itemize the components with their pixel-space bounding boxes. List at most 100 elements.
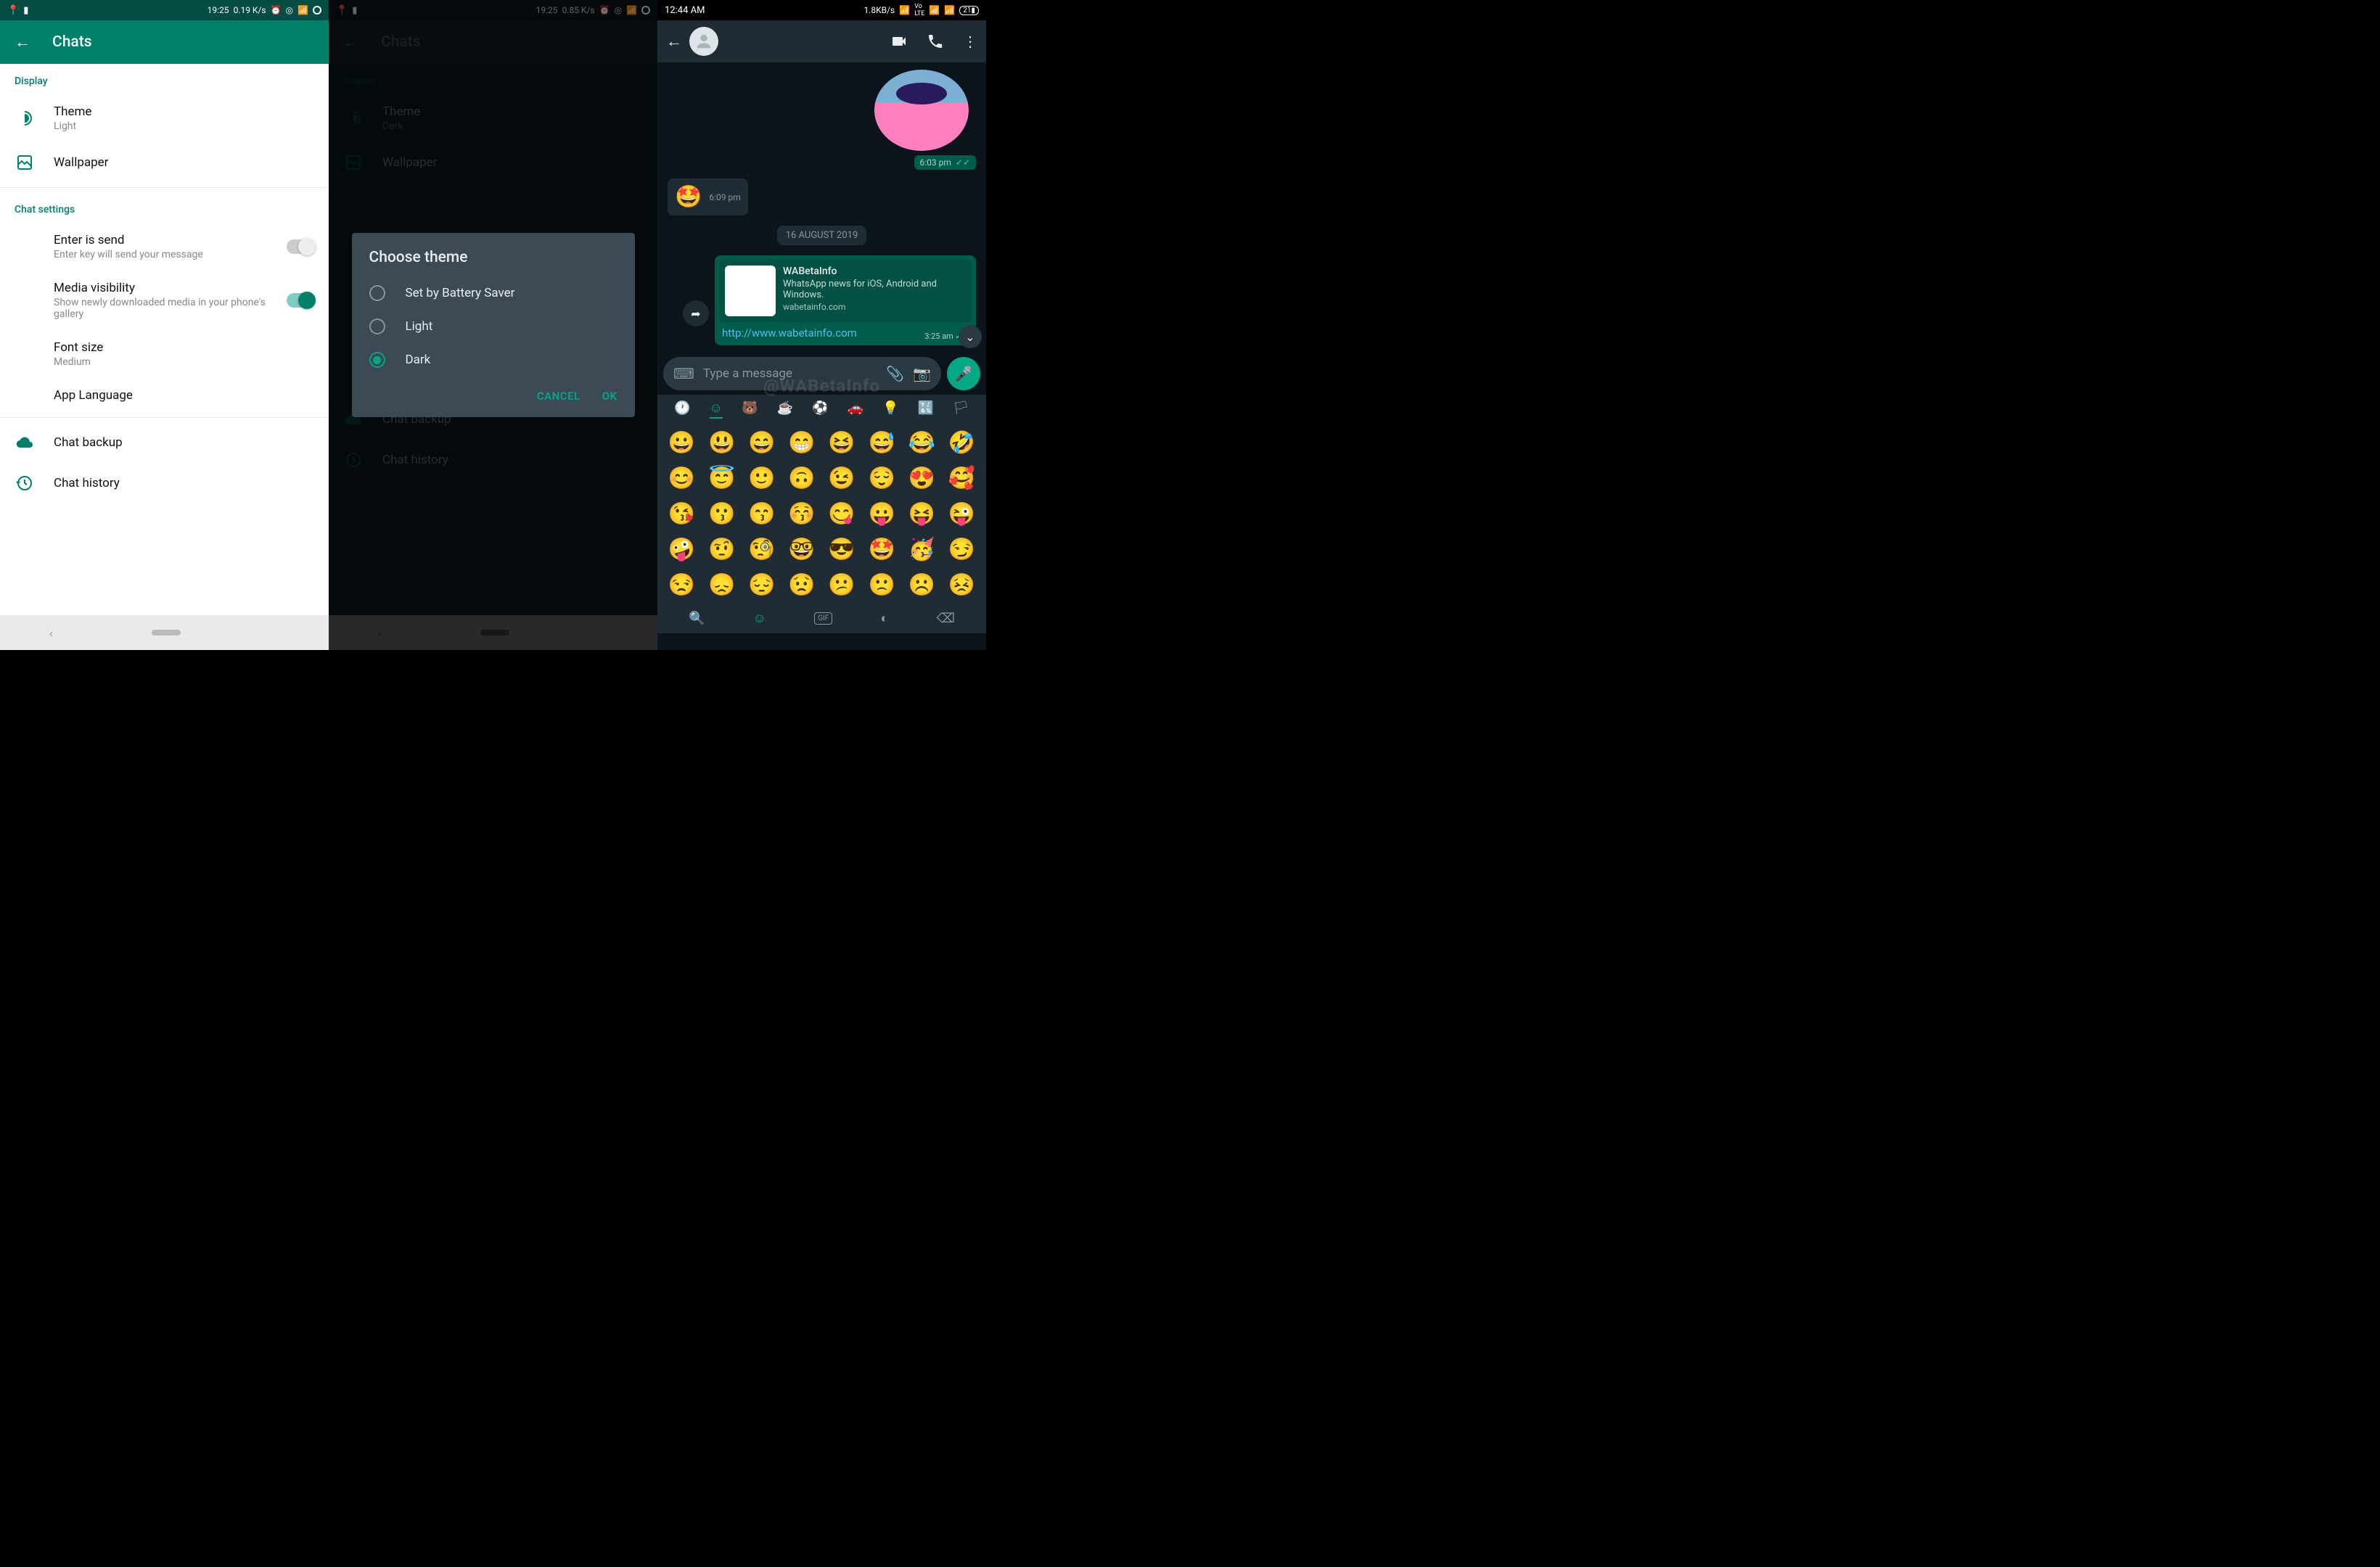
- theme-dialog: Choose theme Set by Battery Saver Light …: [352, 233, 635, 417]
- search-icon[interactable]: 🔍: [689, 611, 705, 626]
- circle-icon: [313, 6, 321, 15]
- emoji-item[interactable]: 😝: [905, 501, 939, 527]
- emoji-item[interactable]: 🙁: [865, 572, 899, 598]
- radio-battery-saver[interactable]: Set by Battery Saver: [352, 276, 635, 310]
- setting-wallpaper[interactable]: Wallpaper: [0, 142, 329, 183]
- dialog-title: Choose theme: [352, 249, 635, 276]
- emoji-item[interactable]: 😛: [865, 501, 899, 527]
- wifi-icon: 📶: [944, 5, 955, 15]
- setting-chat-backup[interactable]: Chat backup: [0, 422, 329, 463]
- emoji-item[interactable]: 😣: [945, 572, 979, 598]
- nav-back-icon[interactable]: ‹: [49, 626, 53, 640]
- emoji-item[interactable]: 😙: [744, 501, 779, 527]
- back-icon[interactable]: ←: [666, 32, 682, 51]
- emoji-item[interactable]: 😜: [945, 501, 979, 527]
- emoji-item[interactable]: 🥳: [905, 537, 939, 562]
- mic-button[interactable]: 🎤: [947, 357, 980, 390]
- emoji-item[interactable]: 😞: [705, 572, 739, 598]
- emoji-item[interactable]: 😔: [744, 572, 779, 598]
- voice-call-icon[interactable]: [927, 33, 944, 50]
- message-in[interactable]: 🤩 6:09 pm: [668, 178, 748, 215]
- activity-tab-icon[interactable]: ⚽: [812, 400, 828, 419]
- link-message[interactable]: ➦ WABetaInfo WhatsApp news for iOS, Andr…: [715, 255, 976, 345]
- emoji-item[interactable]: 😟: [784, 572, 818, 598]
- radio-icon[interactable]: [369, 318, 385, 334]
- emoji-item[interactable]: 😒: [665, 572, 699, 598]
- emoji-item[interactable]: 😅: [865, 430, 899, 456]
- back-icon[interactable]: ←: [15, 33, 30, 52]
- smileys-tab-icon[interactable]: ☺: [710, 400, 723, 419]
- link-title: WABetaInfo: [783, 266, 966, 277]
- setting-media-visibility[interactable]: Media visibility Show newly downloaded m…: [0, 271, 329, 330]
- emoji-item[interactable]: 😌: [865, 466, 899, 491]
- emoji-item[interactable]: 😏: [945, 537, 979, 562]
- setting-enter-send[interactable]: Enter is send Enter key will send your m…: [0, 223, 329, 271]
- emoji-item[interactable]: 😆: [825, 430, 859, 456]
- enter-send-toggle[interactable]: [287, 239, 314, 254]
- video-call-icon[interactable]: [890, 33, 908, 50]
- emoji-item[interactable]: 😋: [825, 501, 859, 527]
- dialog-overlay[interactable]: Choose theme Set by Battery Saver Light …: [329, 0, 657, 650]
- emoji-item[interactable]: 🤨: [705, 537, 739, 562]
- backspace-icon[interactable]: ⌫: [936, 611, 954, 626]
- emoji-item[interactable]: 😂: [905, 430, 939, 456]
- camera-icon[interactable]: 📷: [913, 365, 931, 382]
- emoji-item[interactable]: 🤩: [865, 537, 899, 562]
- symbols-tab-icon[interactable]: 🔣: [918, 400, 934, 419]
- nav-home-icon[interactable]: [152, 630, 181, 636]
- contact-avatar[interactable]: [689, 27, 718, 56]
- media-vis-toggle[interactable]: [287, 293, 314, 308]
- sticker-mode-icon[interactable]: ◐: [880, 611, 888, 626]
- emoji-item[interactable]: 🥰: [945, 466, 979, 491]
- theme-title: Theme: [54, 104, 314, 119]
- radio-icon-selected[interactable]: [369, 352, 385, 368]
- more-icon[interactable]: ⋮: [963, 33, 977, 50]
- emoji-item[interactable]: 😊: [665, 466, 699, 491]
- setting-app-language[interactable]: App Language: [0, 378, 329, 413]
- emoji-item[interactable]: 😕: [825, 572, 859, 598]
- gif-mode-icon[interactable]: GIF: [814, 612, 832, 625]
- emoji-item[interactable]: 😃: [705, 430, 739, 456]
- emoji-item[interactable]: 🤣: [945, 430, 979, 456]
- emoji-item[interactable]: 😚: [784, 501, 818, 527]
- emoji-item[interactable]: 😇: [705, 466, 739, 491]
- emoji-item[interactable]: 😎: [825, 537, 859, 562]
- nav-bar: ‹: [0, 615, 329, 650]
- emoji-item[interactable]: 😉: [825, 466, 859, 491]
- emoji-item[interactable]: 😀: [665, 430, 699, 456]
- radio-dark[interactable]: Dark: [352, 343, 635, 377]
- scroll-down-icon[interactable]: ⌄: [959, 325, 982, 348]
- objects-tab-icon[interactable]: 💡: [882, 400, 898, 419]
- emoji-mode-icon[interactable]: ☺: [753, 611, 766, 626]
- emoji-item[interactable]: 🤓: [784, 537, 818, 562]
- radio-light[interactable]: Light: [352, 310, 635, 343]
- emoji-item[interactable]: 😁: [784, 430, 818, 456]
- setting-chat-history[interactable]: Chat history: [0, 463, 329, 503]
- attach-icon[interactable]: 📎: [886, 365, 904, 382]
- emoji-item[interactable]: 🙂: [744, 466, 779, 491]
- keyboard-icon[interactable]: ⌨: [673, 365, 694, 382]
- emoji-item[interactable]: 😗: [705, 501, 739, 527]
- emoji-item[interactable]: 🙃: [784, 466, 818, 491]
- backup-title: Chat backup: [54, 435, 314, 450]
- emoji-item[interactable]: 😘: [665, 501, 699, 527]
- emoji-item[interactable]: 😍: [905, 466, 939, 491]
- history-icon: [15, 473, 35, 493]
- message-time-in: 6:09 pm: [709, 192, 740, 202]
- emoji-item[interactable]: 😄: [744, 430, 779, 456]
- forward-icon[interactable]: ➦: [683, 300, 709, 326]
- travel-tab-icon[interactable]: 🚗: [848, 400, 863, 419]
- emoji-item[interactable]: ☹️: [905, 572, 939, 598]
- emoji-item[interactable]: 🤪: [665, 537, 699, 562]
- emoji-item[interactable]: 🧐: [744, 537, 779, 562]
- sticker-message[interactable]: [874, 70, 969, 151]
- recent-tab-icon[interactable]: 🕐: [674, 400, 690, 419]
- food-tab-icon[interactable]: ☕: [777, 400, 793, 419]
- setting-theme[interactable]: Theme Light: [0, 94, 329, 142]
- ok-button[interactable]: OK: [602, 390, 617, 403]
- flags-tab-icon[interactable]: 🏳: [953, 400, 969, 419]
- animals-tab-icon[interactable]: 🐻: [742, 400, 758, 419]
- radio-icon[interactable]: [369, 285, 385, 301]
- setting-font-size[interactable]: Font size Medium: [0, 330, 329, 378]
- cancel-button[interactable]: CANCEL: [537, 390, 580, 403]
